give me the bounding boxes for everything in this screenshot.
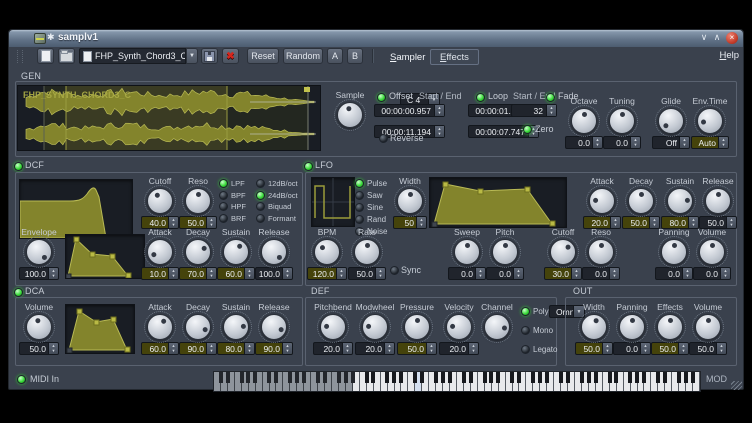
piano-black-key[interactable] [566,372,570,383]
piano-black-key[interactable] [420,372,424,383]
piano-black-key[interactable] [351,372,355,383]
piano-black-key[interactable] [267,372,271,383]
piano-black-key[interactable] [246,372,250,383]
piano-black-key[interactable] [385,372,389,383]
piano-black-key[interactable] [344,372,348,383]
piano-black-key[interactable] [483,372,487,383]
piano-black-key[interactable] [587,372,591,383]
piano-black-key[interactable] [635,372,639,383]
midi-in-label: MIDI In [30,374,59,384]
piano-black-key[interactable] [226,372,230,383]
piano-black-key[interactable] [677,372,681,383]
piano-black-key[interactable] [413,372,417,383]
piano-black-key[interactable] [545,372,549,383]
piano-black-key[interactable] [316,372,320,383]
piano-black-key[interactable] [253,372,257,383]
piano-black-key[interactable] [531,372,535,383]
piano-black-key[interactable] [295,372,299,383]
piano-black-key[interactable] [434,372,438,383]
piano-black-key[interactable] [469,372,473,383]
piano-black-key[interactable] [538,372,542,383]
piano-black-key[interactable] [489,372,493,383]
piano-black-key[interactable] [392,372,396,383]
piano-black-key[interactable] [628,372,632,383]
piano-black-key[interactable] [365,372,369,383]
piano-black-key[interactable] [594,372,598,383]
piano-black-key[interactable] [559,372,563,383]
piano-black-key[interactable] [496,372,500,383]
piano-keyboard[interactable] [213,371,701,392]
piano-black-key[interactable] [684,372,688,383]
resize-grip-icon[interactable] [731,381,742,390]
piano-black-key[interactable] [302,372,306,383]
piano-black-key[interactable] [663,372,667,383]
piano-black-key[interactable] [219,372,223,383]
piano-black-key[interactable] [510,372,514,383]
mod-label[interactable]: MOD [706,374,727,384]
midi-in-led [17,375,26,384]
piano-black-key[interactable] [371,372,375,383]
piano-black-key[interactable] [462,372,466,383]
piano-black-key[interactable] [288,372,292,383]
piano-black-key[interactable] [614,372,618,383]
piano-black-key[interactable] [642,372,646,383]
piano-black-key[interactable] [517,372,521,383]
piano-black-key[interactable] [274,372,278,383]
statusbar: MIDI In MOD [9,30,743,389]
piano-black-key[interactable] [580,372,584,383]
piano-black-key[interactable] [240,372,244,383]
piano-black-key[interactable] [608,372,612,383]
piano-black-key[interactable] [691,372,695,383]
piano-black-key[interactable] [441,372,445,383]
piano-black-key[interactable] [656,372,660,383]
piano-black-key[interactable] [448,372,452,383]
samplv1-window: ✱ samplv1 ∨ ∧ × FHP_Synth_Chord3_C Loop1… [8,29,744,390]
piano-black-key[interactable] [399,372,403,383]
piano-black-key[interactable] [337,372,341,383]
piano-black-key[interactable] [323,372,327,383]
